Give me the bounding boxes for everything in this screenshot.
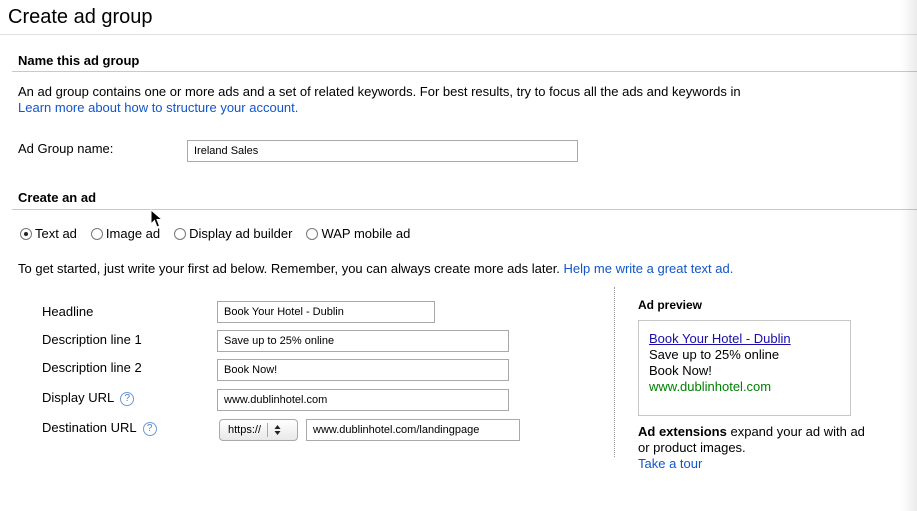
ad-type-text-label: Text ad [35,226,77,241]
description-line-1-label: Description line 1 [42,332,142,347]
ad-extensions-text-2: or product images. [638,440,746,455]
page-title: Create ad group [8,6,153,28]
name-section-divider [12,71,917,72]
intro-text-block: An ad group contains one or more ads and… [18,84,741,116]
title-divider [0,34,917,35]
instructions-line: To get started, just write your first ad… [18,261,733,276]
ad-group-name-input[interactable] [187,140,578,162]
mouse-pointer-icon [150,209,164,228]
window-edge-shadow [901,0,917,511]
description-line-2-label: Description line 2 [42,360,142,375]
description-line-1-input[interactable] [217,330,509,352]
learn-more-link[interactable]: Learn more about how to structure your a… [18,100,298,115]
help-icon[interactable]: ? [142,421,157,436]
protocol-select[interactable]: https:// [219,419,298,441]
create-ad-divider [12,209,917,210]
preview-display-url: www.dublinhotel.com [649,379,772,394]
ad-type-text-radio[interactable]: Text ad [20,226,77,241]
create-ad-heading: Create an ad [18,190,97,205]
ad-preview-box: Book Your Hotel - Dublin Save up to 25% … [638,320,851,416]
radio-checked-icon[interactable] [20,227,32,240]
select-arrows-icon [274,425,281,435]
destination-url-label-group: Destination URL? [42,420,157,436]
ad-group-name-label: Ad Group name: [18,141,114,156]
headline-label: Headline [42,304,94,319]
headline-input[interactable] [217,301,435,323]
preview-description-2: Book Now! [649,363,712,378]
instructions-text: To get started, just write your first ad… [18,261,560,276]
create-ad-group-page: Create ad group Name this ad group An ad… [0,0,917,511]
ad-type-display-builder-label: Display ad builder [189,226,293,241]
preview-divider [614,287,615,457]
ad-extensions-title: Ad extensions [638,424,727,439]
help-icon[interactable]: ? [120,391,135,406]
take-a-tour-link[interactable]: Take a tour [638,456,702,471]
destination-url-input[interactable] [306,419,520,441]
destination-url-label: Destination URL [42,420,137,435]
ad-extensions-block: Ad extensions expand your ad with ad or … [638,424,865,472]
radio-unchecked-icon[interactable] [90,227,103,240]
name-section-heading: Name this ad group [18,53,140,68]
display-url-label: Display URL [42,390,115,405]
display-url-label-group: Display URL? [42,390,135,406]
radio-unchecked-icon[interactable] [306,227,319,240]
description-line-2-input[interactable] [217,359,509,381]
help-write-ad-link[interactable]: Help me write a great text ad. [564,261,734,276]
ad-type-wap-mobile-label: WAP mobile ad [321,226,411,241]
radio-unchecked-icon[interactable] [174,227,187,240]
ad-preview-heading: Ad preview [638,298,703,312]
intro-text: An ad group contains one or more ads and… [18,84,741,99]
ad-extensions-text-1: expand your ad with ad [730,424,865,439]
protocol-value: https:// [228,424,262,436]
ad-type-display-builder-radio[interactable]: Display ad builder [174,226,292,241]
preview-description-1: Save up to 25% online [649,347,780,362]
ad-type-wap-mobile-radio[interactable]: WAP mobile ad [306,226,410,241]
preview-headline-link[interactable]: Book Your Hotel - Dublin [649,331,850,347]
ad-type-radio-group: Text ad Image ad Display ad builder WAP … [20,226,424,241]
display-url-input[interactable] [217,389,509,411]
